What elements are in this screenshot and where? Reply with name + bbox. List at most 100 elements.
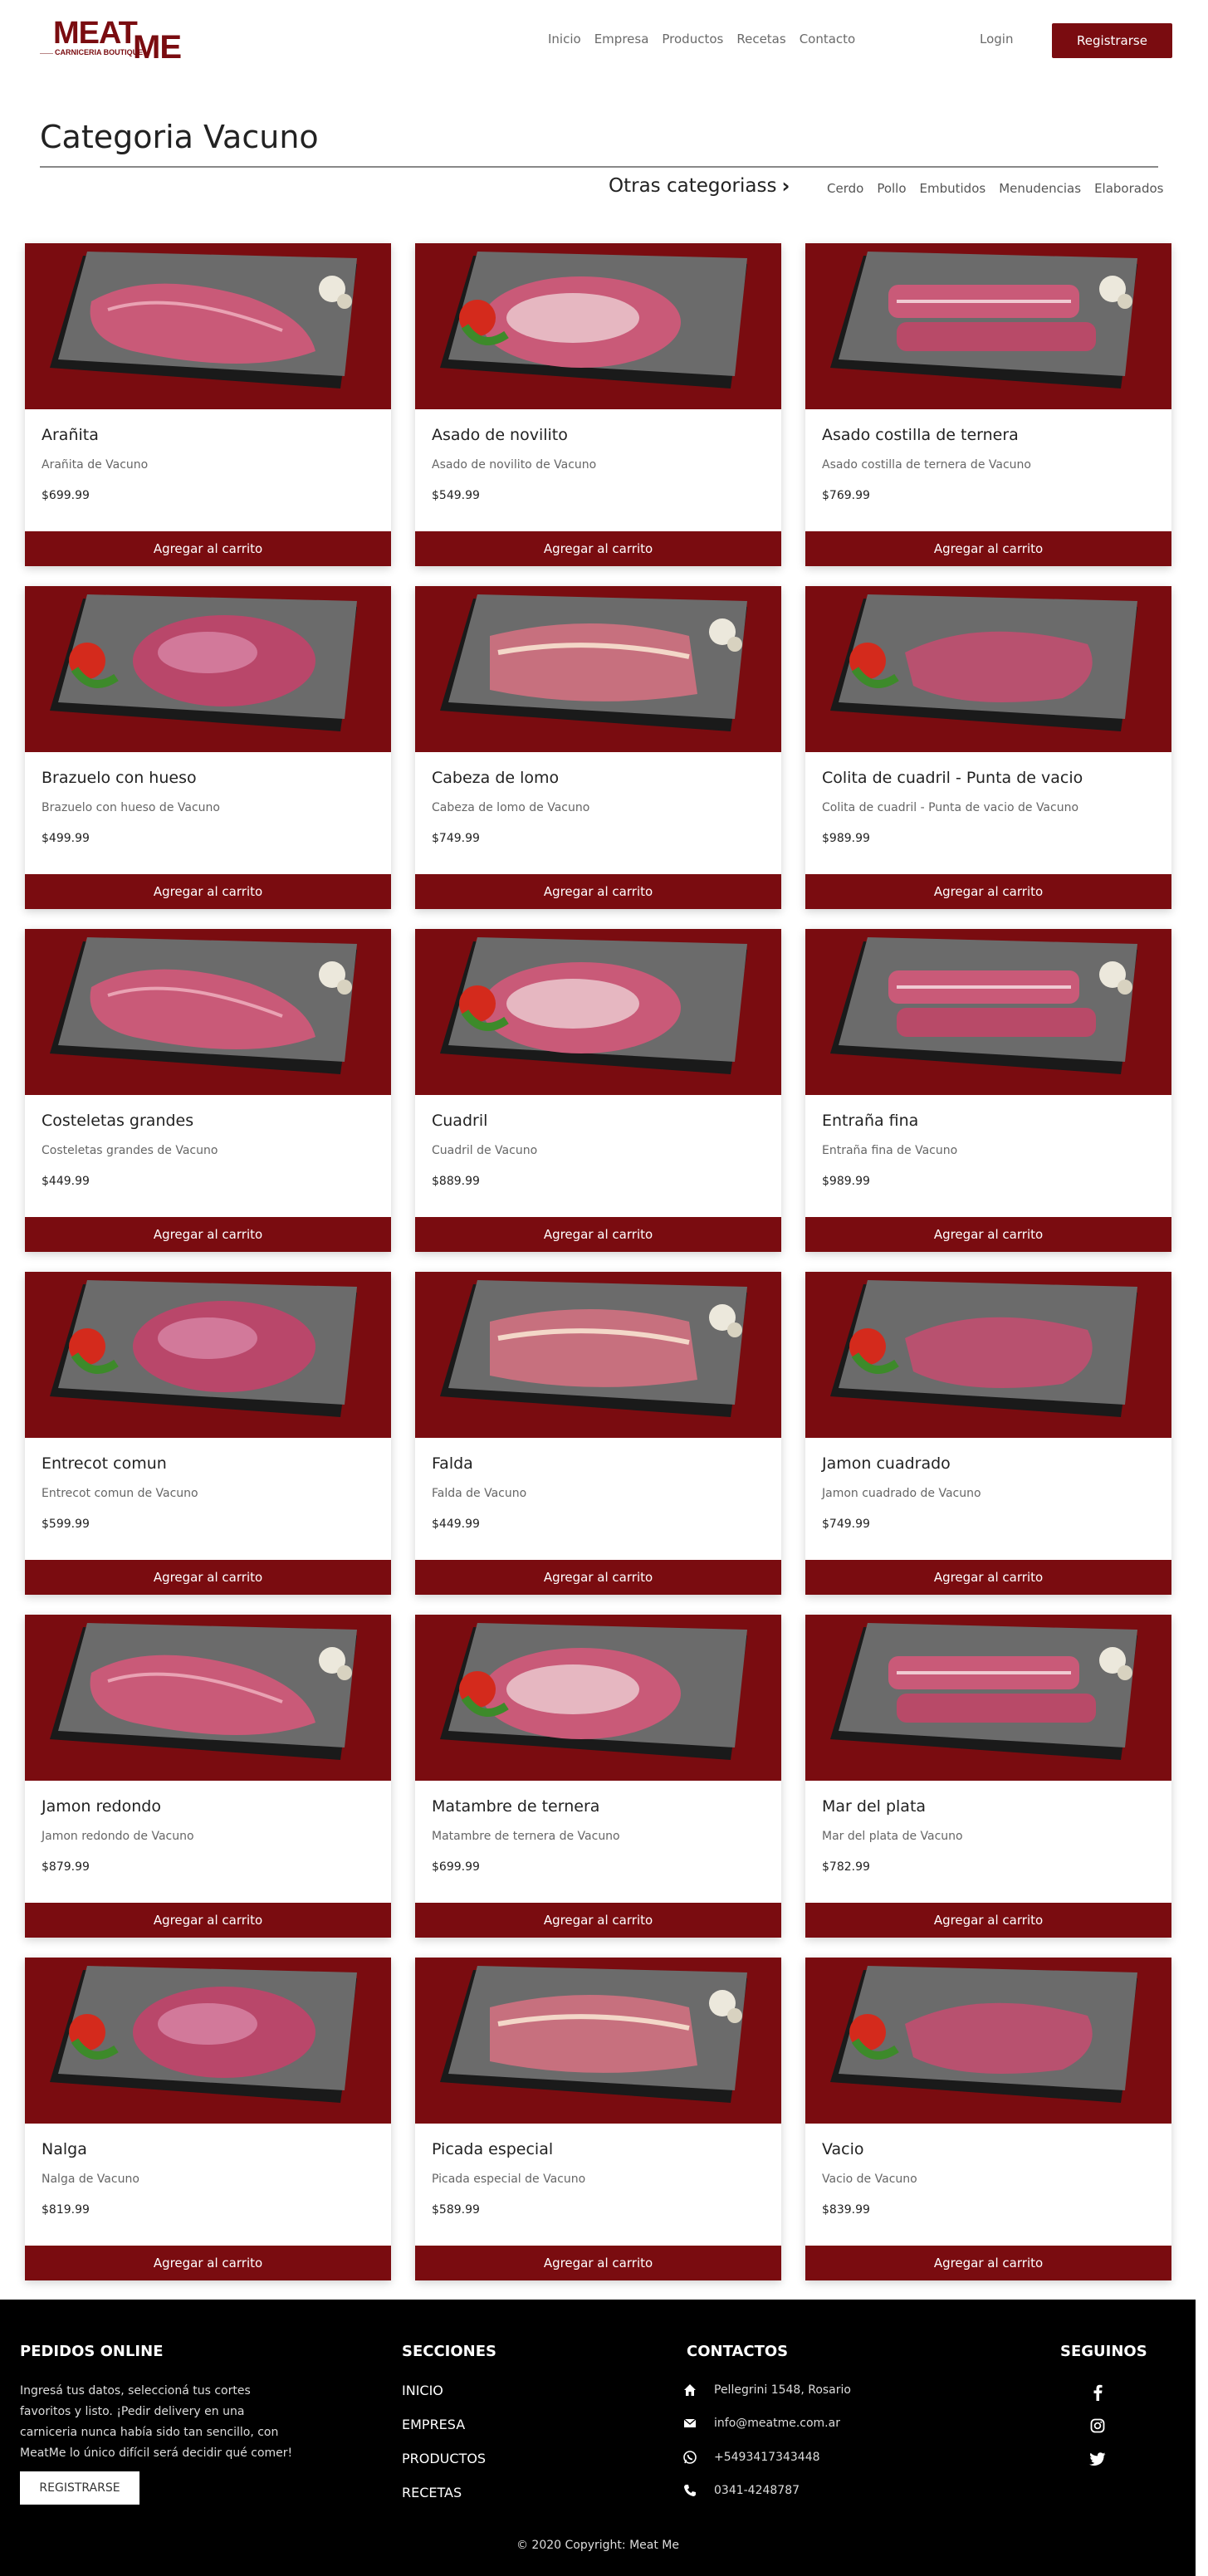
- product-description: Asado costilla de ternera de Vacuno: [822, 458, 1031, 472]
- product-image[interactable]: [25, 243, 391, 409]
- product-image[interactable]: [805, 1958, 1171, 2124]
- add-to-cart-button[interactable]: Agregar al carrito: [805, 531, 1171, 566]
- facebook-icon[interactable]: [1088, 2383, 1108, 2402]
- add-to-cart-button[interactable]: Agregar al carrito: [25, 2246, 391, 2280]
- product-card[interactable]: Jamon redondo Jamon redondo de Vacuno $879…: [25, 1615, 391, 1938]
- product-description: Picada especial de Vacuno: [432, 2173, 586, 2186]
- add-to-cart-button[interactable]: Agregar al carrito: [25, 874, 391, 909]
- product-card[interactable]: Asado de novilito Asado de novilito de Va…: [415, 243, 781, 566]
- product-card[interactable]: Jamon cuadrado Jamon cuadrado de Vacuno $7…: [805, 1272, 1171, 1595]
- other-categories-label: Otras categoriass: [609, 175, 777, 197]
- product-image[interactable]: [25, 929, 391, 1095]
- product-image[interactable]: [415, 243, 781, 409]
- product-image[interactable]: [415, 1615, 781, 1781]
- add-to-cart-button[interactable]: Agregar al carrito: [805, 1903, 1171, 1938]
- footer-link-empresa[interactable]: EMPRESA: [402, 2417, 465, 2432]
- product-name: Vacio: [822, 2140, 864, 2158]
- product-card[interactable]: Entrecot comun Entrecot comun de Vacuno $5…: [25, 1272, 391, 1595]
- product-image[interactable]: [25, 1958, 391, 2124]
- add-to-cart-button[interactable]: Agregar al carrito: [415, 531, 781, 566]
- contact-phone-text[interactable]: 0341-4248787: [714, 2484, 800, 2497]
- product-card[interactable]: Arañita Arañita de Vacuno $699.99 Agregar a…: [25, 243, 391, 566]
- nav-link-empresa[interactable]: Empresa: [594, 32, 649, 46]
- product-image[interactable]: [415, 1958, 781, 2124]
- product-card[interactable]: Entraña fina Entraña fina de Vacuno $989.9…: [805, 929, 1171, 1252]
- product-description: Brazuelo con hueso de Vacuno: [42, 801, 220, 814]
- product-card[interactable]: Matambre de ternera Matambre de ternera d…: [415, 1615, 781, 1938]
- logo-tagline: CARNICERIA BOUTIQUE: [55, 48, 144, 56]
- product-price: $769.99: [822, 489, 870, 502]
- category-link-elaborados[interactable]: Elaborados: [1094, 181, 1163, 196]
- add-to-cart-button[interactable]: Agregar al carrito: [805, 1217, 1171, 1252]
- product-card[interactable]: Nalga Nalga de Vacuno $819.99 Agregar al ca…: [25, 1958, 391, 2280]
- product-image[interactable]: [25, 1615, 391, 1781]
- nav-link-recetas[interactable]: Recetas: [736, 32, 785, 46]
- product-image[interactable]: [415, 1272, 781, 1438]
- category-link-pollo[interactable]: Pollo: [877, 181, 906, 196]
- product-name: Picada especial: [432, 2140, 554, 2158]
- brand-logo[interactable]: MEAT CARNICERIA BOUTIQUE ME: [40, 16, 182, 65]
- home-icon: [682, 2383, 697, 2398]
- product-name: Falda: [432, 1454, 473, 1473]
- product-card[interactable]: Asado costilla de ternera Asado costilla …: [805, 243, 1171, 566]
- product-card[interactable]: Picada especial Picada especial de Vacuno…: [415, 1958, 781, 2280]
- category-link-menudencias[interactable]: Menudencias: [999, 181, 1081, 196]
- product-card[interactable]: Vacio Vacio de Vacuno $839.99 Agregar al ca…: [805, 1958, 1171, 2280]
- login-link[interactable]: Login: [980, 32, 1013, 46]
- product-image[interactable]: [25, 586, 391, 752]
- product-card[interactable]: Brazuelo con hueso Brazuelo con hueso de …: [25, 586, 391, 909]
- category-link-embutidos[interactable]: Embutidos: [920, 181, 986, 196]
- product-image[interactable]: [415, 586, 781, 752]
- nav-link-inicio[interactable]: Inicio: [548, 32, 581, 46]
- product-name: Jamon cuadrado: [822, 1454, 951, 1473]
- product-image[interactable]: [415, 929, 781, 1095]
- product-image[interactable]: [805, 1615, 1171, 1781]
- add-to-cart-button[interactable]: Agregar al carrito: [805, 1560, 1171, 1595]
- navbar: MEAT CARNICERIA BOUTIQUE ME Inicio Empre…: [0, 0, 1208, 80]
- register-button[interactable]: Registrarse: [1052, 23, 1172, 58]
- footer-link-inicio[interactable]: INICIO: [402, 2383, 443, 2398]
- add-to-cart-button[interactable]: Agregar al carrito: [415, 1560, 781, 1595]
- product-image[interactable]: [805, 586, 1171, 752]
- instagram-icon[interactable]: [1088, 2416, 1108, 2436]
- product-image[interactable]: [25, 1272, 391, 1438]
- add-to-cart-button[interactable]: Agregar al carrito: [25, 1217, 391, 1252]
- nav-link-productos[interactable]: Productos: [662, 32, 723, 46]
- nav-link-contacto[interactable]: Contacto: [800, 32, 856, 46]
- product-name: Colita de cuadril - Punta de vacio: [822, 769, 1083, 787]
- footer-online-title: PEDIDOS ONLINE: [20, 2343, 164, 2360]
- product-description: Jamon redondo de Vacuno: [42, 1830, 194, 1843]
- product-image[interactable]: [805, 243, 1171, 409]
- product-name: Mar del plata: [822, 1797, 927, 1816]
- add-to-cart-button[interactable]: Agregar al carrito: [25, 531, 391, 566]
- product-card[interactable]: Cuadril Cuadril de Vacuno $889.99 Agregar a…: [415, 929, 781, 1252]
- footer-link-productos[interactable]: PRODUCTOS: [402, 2451, 486, 2466]
- add-to-cart-button[interactable]: Agregar al carrito: [805, 874, 1171, 909]
- add-to-cart-button[interactable]: Agregar al carrito: [415, 1903, 781, 1938]
- contact-email-text[interactable]: info@meatme.com.ar: [714, 2417, 840, 2430]
- title-divider: [40, 166, 1158, 168]
- twitter-icon[interactable]: [1088, 2449, 1108, 2469]
- product-card[interactable]: Costeletas grandes Costeletas grandes de …: [25, 929, 391, 1252]
- add-to-cart-button[interactable]: Agregar al carrito: [805, 2246, 1171, 2280]
- category-link-cerdo[interactable]: Cerdo: [827, 181, 863, 196]
- contact-whatsapp-text[interactable]: +5493417343448: [714, 2451, 820, 2464]
- product-image[interactable]: [805, 1272, 1171, 1438]
- add-to-cart-button[interactable]: Agregar al carrito: [415, 2246, 781, 2280]
- product-price: $699.99: [42, 489, 90, 502]
- add-to-cart-button[interactable]: Agregar al carrito: [415, 1217, 781, 1252]
- footer-contacts-title: CONTACTOS: [687, 2343, 789, 2360]
- add-to-cart-button[interactable]: Agregar al carrito: [25, 1903, 391, 1938]
- product-card[interactable]: Cabeza de lomo Cabeza de lomo de Vacuno $7…: [415, 586, 781, 909]
- page-edge: [1196, 2300, 1208, 2576]
- product-image[interactable]: [805, 929, 1171, 1095]
- product-name: Cabeza de lomo: [432, 769, 560, 787]
- product-card[interactable]: Falda Falda de Vacuno $449.99 Agregar al ca…: [415, 1272, 781, 1595]
- footer-register-button[interactable]: REGISTRARSE: [20, 2471, 139, 2505]
- add-to-cart-button[interactable]: Agregar al carrito: [25, 1560, 391, 1595]
- product-card[interactable]: Colita de cuadril - Punta de vacio Colita…: [805, 586, 1171, 909]
- add-to-cart-button[interactable]: Agregar al carrito: [415, 874, 781, 909]
- product-card[interactable]: Mar del plata Mar del plata de Vacuno $782…: [805, 1615, 1171, 1938]
- logo-word-meat: MEAT: [53, 16, 138, 51]
- footer-link-recetas[interactable]: RECETAS: [402, 2485, 462, 2500]
